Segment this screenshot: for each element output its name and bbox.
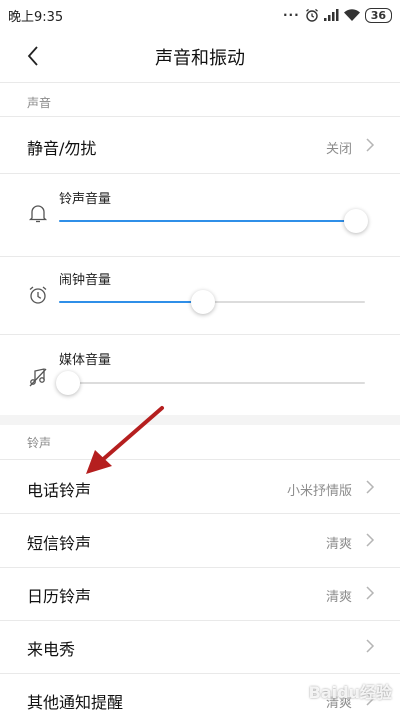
status-bar: 晚上9:35 ··· 36 bbox=[0, 0, 400, 30]
header-divider bbox=[0, 82, 400, 83]
alarm-clock-icon bbox=[29, 286, 47, 304]
sms-ringtone-label: 短信铃声 bbox=[27, 534, 92, 553]
silent-mode-value: 关闭 bbox=[325, 142, 352, 157]
silent-mode-label: 静音/勿扰 bbox=[27, 139, 97, 158]
more-notifications-icon: ··· bbox=[283, 8, 300, 22]
phone-ringtone-row[interactable]: 电话铃声 小米抒情版 bbox=[0, 460, 400, 513]
status-time: 晚上9:35 bbox=[8, 10, 64, 25]
calendar-ringtone-label: 日历铃声 bbox=[27, 587, 92, 606]
chevron-right-icon bbox=[366, 138, 375, 152]
bell-icon bbox=[28, 205, 48, 223]
phone-ringtone-value: 小米抒情版 bbox=[286, 484, 352, 499]
silent-mode-row[interactable]: 静音/勿扰 关闭 bbox=[0, 117, 400, 173]
chevron-right-icon bbox=[366, 586, 375, 600]
media-volume-row: 媒体音量 bbox=[0, 335, 400, 417]
alarm-volume-label: 闹钟音量 bbox=[59, 273, 112, 288]
ring-volume-slider[interactable] bbox=[59, 209, 368, 233]
alarm-volume-row: 闹钟音量 bbox=[0, 257, 400, 339]
ring-volume-row: 铃声音量 bbox=[0, 174, 400, 256]
page-title: 声音和振动 bbox=[155, 48, 245, 69]
wifi-icon bbox=[343, 9, 360, 21]
alarm-status-icon bbox=[305, 8, 318, 22]
section-label-ringtone: 铃声 bbox=[27, 436, 52, 450]
slider-fill bbox=[59, 220, 356, 222]
baidu-watermark: Baidu经验 bbox=[308, 683, 392, 702]
media-volume-slider[interactable] bbox=[56, 371, 365, 395]
alarm-volume-slider[interactable] bbox=[59, 290, 365, 314]
ring-volume-label: 铃声音量 bbox=[59, 192, 112, 207]
slider-fill bbox=[59, 301, 203, 303]
section-separator bbox=[0, 415, 400, 425]
media-volume-label: 媒体音量 bbox=[59, 353, 112, 368]
slider-thumb[interactable] bbox=[56, 371, 81, 395]
calendar-ringtone-row[interactable]: 日历铃声 清爽 bbox=[0, 568, 400, 620]
battery-indicator: 36 bbox=[364, 7, 392, 23]
music-note-muted-icon bbox=[29, 368, 47, 387]
sms-ringtone-row[interactable]: 短信铃声 清爽 bbox=[0, 514, 400, 567]
slider-thumb[interactable] bbox=[190, 290, 215, 314]
title-bar: 声音和振动 bbox=[0, 30, 400, 82]
slider-thumb[interactable] bbox=[343, 209, 368, 233]
caller-show-row[interactable]: 来电秀 bbox=[0, 621, 400, 673]
sms-ringtone-value: 清爽 bbox=[325, 537, 352, 552]
other-notification-label: 其他通知提醒 bbox=[27, 693, 124, 712]
section-label-sound: 声音 bbox=[27, 96, 52, 110]
chevron-right-icon bbox=[366, 639, 375, 653]
calendar-ringtone-value: 清爽 bbox=[325, 590, 352, 605]
chevron-right-icon bbox=[366, 533, 375, 547]
chevron-right-icon bbox=[366, 480, 375, 494]
caller-show-label: 来电秀 bbox=[27, 640, 76, 659]
signal-icon bbox=[323, 9, 339, 21]
phone-ringtone-label: 电话铃声 bbox=[27, 481, 92, 500]
status-icons: ··· 36 bbox=[283, 5, 392, 25]
